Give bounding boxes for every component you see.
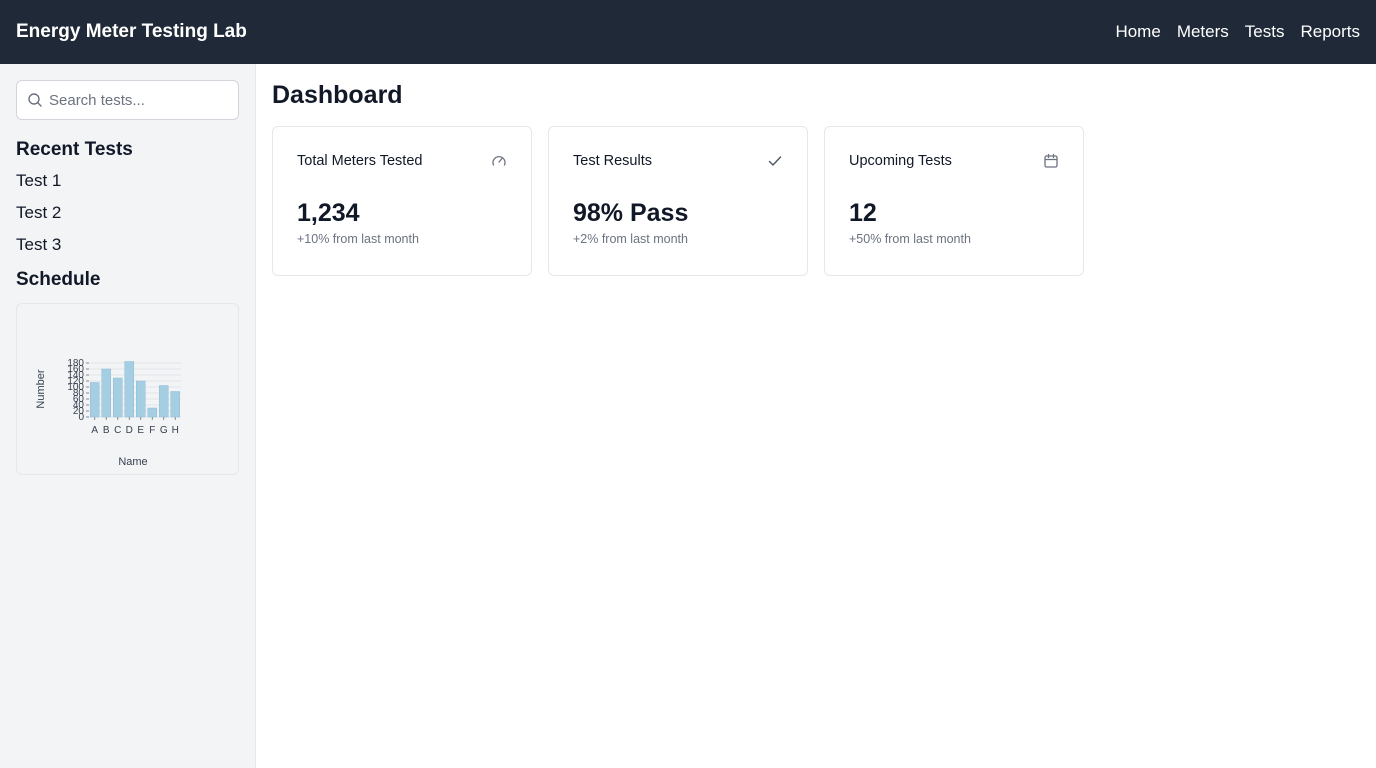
page-title: Dashboard bbox=[272, 81, 403, 109]
top-navbar: Energy Meter Testing Lab Home Meters Tes… bbox=[0, 0, 1376, 64]
card-change: +10% from last month bbox=[297, 232, 419, 246]
nav-home[interactable]: Home bbox=[1115, 22, 1160, 42]
schedule-chart-card: 0 20 40 60 80 100 120 140 160 180 A B C D E F G H Number Na… bbox=[16, 303, 239, 475]
calendar-icon bbox=[1044, 153, 1058, 168]
card-value: 98% Pass bbox=[573, 199, 689, 227]
check-icon bbox=[768, 156, 782, 166]
card-title: Test Results bbox=[573, 153, 652, 169]
main-content: Dashboard Total Meters Tested 1,234 +10%… bbox=[256, 64, 1376, 768]
recent-test-item[interactable]: Test 1 bbox=[16, 169, 239, 201]
chart-bar-E bbox=[136, 380, 146, 418]
card-title: Upcoming Tests bbox=[849, 153, 952, 169]
card-value: 1,234 bbox=[297, 199, 360, 227]
nav-tests[interactable]: Tests bbox=[1245, 22, 1285, 42]
stat-card-upcoming-tests: Upcoming Tests 12 +50% from last month bbox=[824, 126, 1084, 276]
search-box bbox=[16, 80, 239, 120]
recent-tests-list: Test 1 Test 2 Test 3 bbox=[16, 169, 239, 265]
chart-bar-D bbox=[124, 361, 134, 418]
stat-cards: Total Meters Tested 1,234 +10% from last… bbox=[272, 126, 1360, 276]
nav-reports[interactable]: Reports bbox=[1300, 22, 1360, 42]
x-tick-label: C bbox=[114, 425, 121, 436]
recent-test-item[interactable]: Test 3 bbox=[16, 233, 239, 265]
y-tick-label: 180 bbox=[67, 358, 84, 369]
x-tick-label: G bbox=[160, 425, 168, 436]
card-change: +50% from last month bbox=[849, 232, 971, 246]
schedule-heading: Schedule bbox=[16, 269, 101, 290]
x-tick-label: B bbox=[103, 425, 110, 436]
x-tick-label: A bbox=[91, 425, 98, 436]
x-tick-label: F bbox=[149, 425, 155, 436]
main-nav: Home Meters Tests Reports bbox=[1115, 22, 1360, 42]
card-value: 12 bbox=[849, 199, 877, 227]
x-axis-title: Name bbox=[118, 456, 147, 468]
chart-bar-A bbox=[90, 382, 100, 418]
stat-card-test-results: Test Results 98% Pass +2% from last mont… bbox=[548, 126, 808, 276]
y-axis-title: Number bbox=[35, 369, 47, 408]
chart-bar-F bbox=[147, 407, 157, 418]
sidebar: Recent Tests Test 1 Test 2 Test 3 Schedu… bbox=[0, 64, 256, 768]
x-tick-label: E bbox=[137, 425, 144, 436]
chart-bar-C bbox=[113, 377, 123, 418]
x-tick-label: H bbox=[172, 425, 179, 436]
nav-meters[interactable]: Meters bbox=[1177, 22, 1229, 42]
gauge-icon bbox=[492, 155, 506, 166]
recent-test-item[interactable]: Test 2 bbox=[16, 201, 239, 233]
chart-bar-H bbox=[170, 391, 180, 418]
recent-tests-heading: Recent Tests bbox=[16, 139, 133, 160]
x-tick-label: D bbox=[126, 425, 133, 436]
card-change: +2% from last month bbox=[573, 232, 688, 246]
schedule-bar-chart: 020406080100120140160180A B C D E F G HNumberNa… bbox=[35, 358, 181, 468]
card-title: Total Meters Tested bbox=[297, 153, 423, 169]
search-input[interactable] bbox=[17, 81, 238, 119]
stat-card-meters-tested: Total Meters Tested 1,234 +10% from last… bbox=[272, 126, 532, 276]
chart-bar-G bbox=[159, 385, 169, 418]
chart-bar-B bbox=[101, 368, 111, 418]
app-title: Energy Meter Testing Lab bbox=[16, 21, 247, 42]
